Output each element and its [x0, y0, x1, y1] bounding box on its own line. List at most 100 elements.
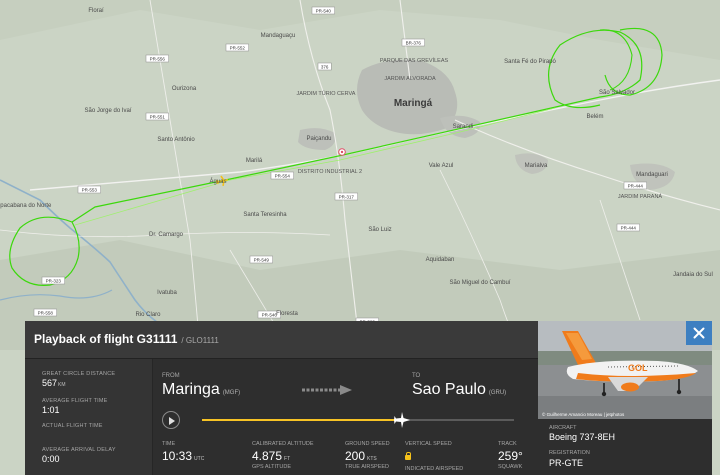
metric-label: VERTICAL SPEED — [405, 441, 452, 447]
distance-unit: KM — [58, 382, 66, 388]
photo-credit[interactable]: © Guilherme Amancio Moreau | jetphotos — [542, 412, 624, 417]
metric-track: TRACK 259° SQUAWK — [498, 441, 523, 470]
map-city-label: Mandaguari — [636, 172, 668, 178]
map-city-label: Jandaia do Sul — [673, 272, 713, 278]
stat-label: GREAT CIRCLE DISTANCE — [42, 371, 116, 377]
road-shield: PR-444 — [623, 181, 647, 190]
road-shield: PR-540 — [311, 6, 335, 15]
map-city-label: Floraí — [88, 8, 104, 14]
road-shield-label: PR-556 — [150, 56, 166, 61]
stat-average-flight-time: AVERAGE FLIGHT TIME 1:01 — [42, 398, 108, 415]
route-arrow-icon — [302, 385, 352, 395]
map-city-label: Sarandi — [453, 124, 474, 130]
ground-speed-unit: KTS — [367, 456, 377, 462]
playback-handle-plane-icon[interactable] — [393, 411, 411, 429]
metric-sub-label: TRUE AIRSPEED — [345, 464, 390, 470]
map-city-label: Rio Claro — [135, 312, 161, 318]
road-shield: PR-556 — [145, 54, 169, 63]
road-shield: PR-551 — [145, 112, 169, 121]
flight-stats: GREAT CIRCLE DISTANCE 567KM AVERAGE FLIG… — [25, 359, 153, 475]
origin-city-name: Maringa — [162, 381, 220, 398]
map-city-label: Ourizona — [172, 86, 197, 92]
map-city-label: Marialva — [525, 163, 548, 169]
road-shield-label: PR-554 — [275, 173, 291, 178]
map-city-label: São Salvador — [599, 90, 635, 96]
road-shield: PR-552 — [225, 43, 249, 52]
play-button[interactable] — [162, 411, 180, 429]
metric-label: TRACK — [498, 441, 517, 447]
registration-value[interactable]: PR-GTE — [549, 458, 583, 468]
metric-sub-label: GPS ALTITUDE — [252, 464, 292, 470]
ground-speed-value: 200 — [345, 449, 366, 463]
map-city-label: Águas — [209, 178, 226, 185]
map-district-label: JARDIM TÚRIO CERVA — [297, 90, 356, 97]
road-shield-label: 376 — [321, 64, 329, 69]
road-shield-label: PR-540 — [316, 8, 332, 13]
metric-value: 10:33 UTC — [162, 449, 204, 463]
map-city-label: Maringá — [394, 98, 433, 109]
airport-marker[interactable] — [338, 148, 346, 156]
flight-playback-panel: Playback of flight G31111/ GLO1111 GREAT… — [25, 321, 538, 475]
altitude-value: 4.875 — [252, 449, 283, 463]
flight-title: Playback of flight G31111 — [34, 332, 178, 346]
metric-label: TIME — [162, 441, 176, 447]
time-value: 10:33 — [162, 449, 193, 463]
stat-label: ACTUAL FLIGHT TIME — [42, 423, 103, 429]
road-shield-label: BR-376 — [406, 40, 422, 45]
time-unit: UTC — [194, 456, 205, 462]
playback-progress-fill — [202, 419, 402, 421]
road-shield-label: PR-444 — [621, 225, 637, 230]
map-city-label: Aquidaban — [426, 257, 455, 263]
origin-city[interactable]: Maringa (MGF) — [162, 381, 240, 399]
destination-city[interactable]: Sao Paulo (GRU) — [412, 381, 506, 399]
road-shield: PR-323 — [41, 276, 65, 285]
aircraft-type-value[interactable]: Boeing 737-8EH — [549, 432, 615, 442]
map-district-label: JARDIM ALVORADA — [384, 76, 436, 82]
road-shield: PR-554 — [270, 171, 294, 180]
road-shield: PR-444 — [616, 223, 640, 232]
distance-value: 567 — [42, 378, 58, 388]
road-shield: BR-376 — [401, 38, 425, 47]
map-district-label: DISTRITO INDUSTRIAL 2 — [298, 169, 362, 175]
registration-label: REGISTRATION — [549, 450, 590, 456]
aircraft-label: AIRCRAFT — [549, 425, 577, 431]
stat-average-arrival-delay: AVERAGE ARRIVAL DELAY 0:00 — [42, 447, 116, 464]
map-city-label: Marilá — [246, 158, 263, 164]
road-shield-label: PR-558 — [38, 310, 54, 315]
map-city-label: Vale Azul — [429, 163, 454, 169]
map-city-label: Paiçandu — [306, 136, 331, 142]
route-section: FROM Maringa (MGF) TO Sao Paulo (GRU) TIME… — [162, 359, 538, 475]
road-shield-label: PR-549 — [254, 257, 270, 262]
map-city-label: Santa Fé do Pirapó — [504, 59, 556, 65]
metric-label: GROUND SPEED — [345, 441, 390, 447]
road-shield: 376 — [317, 62, 332, 71]
callsign: / GLO1111 — [181, 336, 219, 345]
road-shield-label: PR-551 — [150, 114, 166, 119]
lock-icon[interactable] — [405, 452, 411, 460]
road-shield: PR-549 — [249, 255, 273, 264]
road-shield-label: PR-552 — [230, 45, 246, 50]
road-shield: PR-317 — [334, 192, 358, 201]
playback-slider[interactable] — [202, 412, 514, 428]
metric-label: CALIBRATED ALTITUDE — [252, 441, 314, 447]
stat-value: 0:00 — [42, 454, 60, 464]
metric-vertical-speed: VERTICAL SPEED INDICATED AIRSPEED — [405, 441, 463, 472]
map-city-label: Belém — [586, 114, 603, 120]
map-city-label: São Miguel do Cambuí — [449, 280, 510, 286]
close-button[interactable] — [686, 321, 712, 345]
road-shield: PR-553 — [77, 185, 101, 194]
road-shield-label: PR-444 — [628, 183, 644, 188]
metric-sub-label: SQUAWK — [498, 464, 523, 470]
stat-label: AVERAGE FLIGHT TIME — [42, 398, 108, 404]
map-city-label: Mandaguaçu — [261, 33, 296, 39]
map-city-label: São Luiz — [368, 227, 391, 233]
metric-value: 259° — [498, 449, 523, 463]
metric-value: 4.875 FT — [252, 449, 314, 463]
panel-header: Playback of flight G31111/ GLO1111 — [25, 321, 538, 359]
map-district-label: JARDIM PARANÁ — [618, 193, 663, 200]
map-city-label: Santa Teresinha — [243, 212, 287, 218]
stat-value: 1:01 — [42, 405, 60, 415]
map-city-label: Copacabana do Norte — [0, 203, 52, 209]
metric-ground-speed: GROUND SPEED 200 KTS TRUE AIRSPEED — [345, 441, 390, 470]
metric-value: 200 KTS — [345, 449, 390, 463]
